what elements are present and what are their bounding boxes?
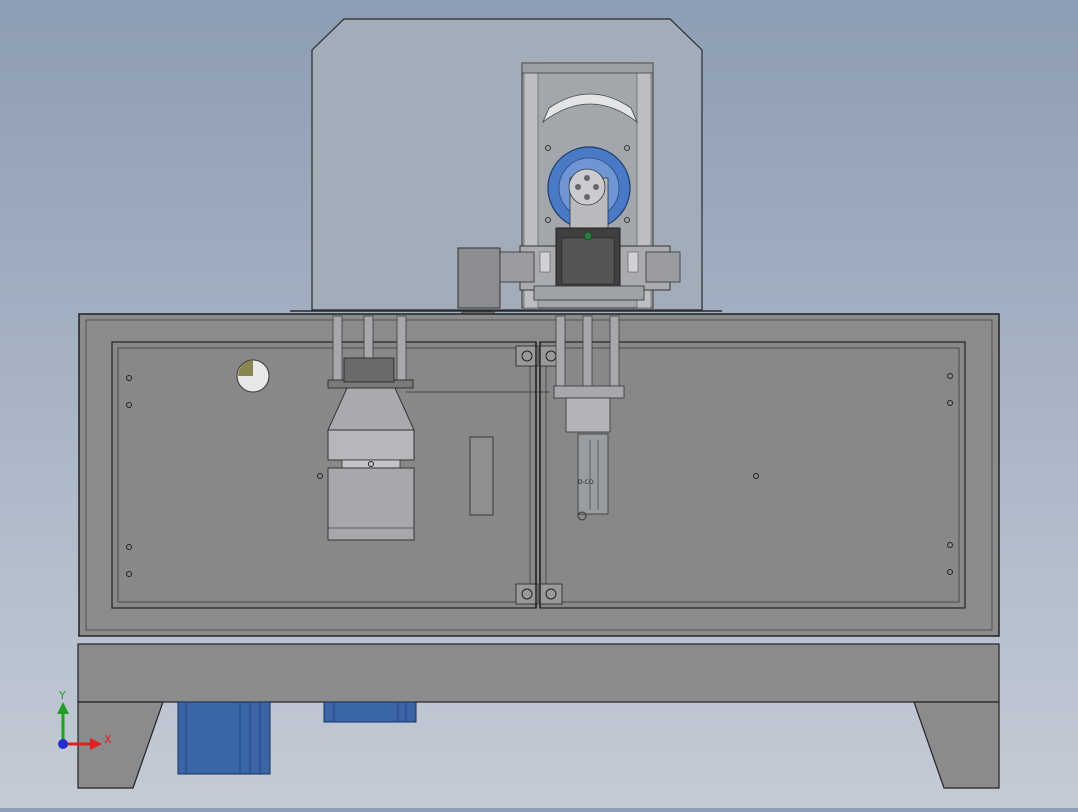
actuator-nameplate-text: D-CO [578,479,594,486]
blue-motor-left [177,701,271,775]
door-slot [469,436,494,516]
round-sight-window [236,359,270,393]
x-axis-label: X [104,733,112,746]
bottle-cylinder-assembly [327,357,415,541]
z-axis-dot [58,739,68,749]
machine-drawing: D-CO Y X [57,18,1000,789]
y-axis-label: Y [58,689,66,702]
blue-motor-right [323,701,417,723]
cabinet-base [77,635,1000,703]
cad-viewport[interactable]: D-CO Y X [0,0,1078,808]
right-leg [913,701,1000,789]
